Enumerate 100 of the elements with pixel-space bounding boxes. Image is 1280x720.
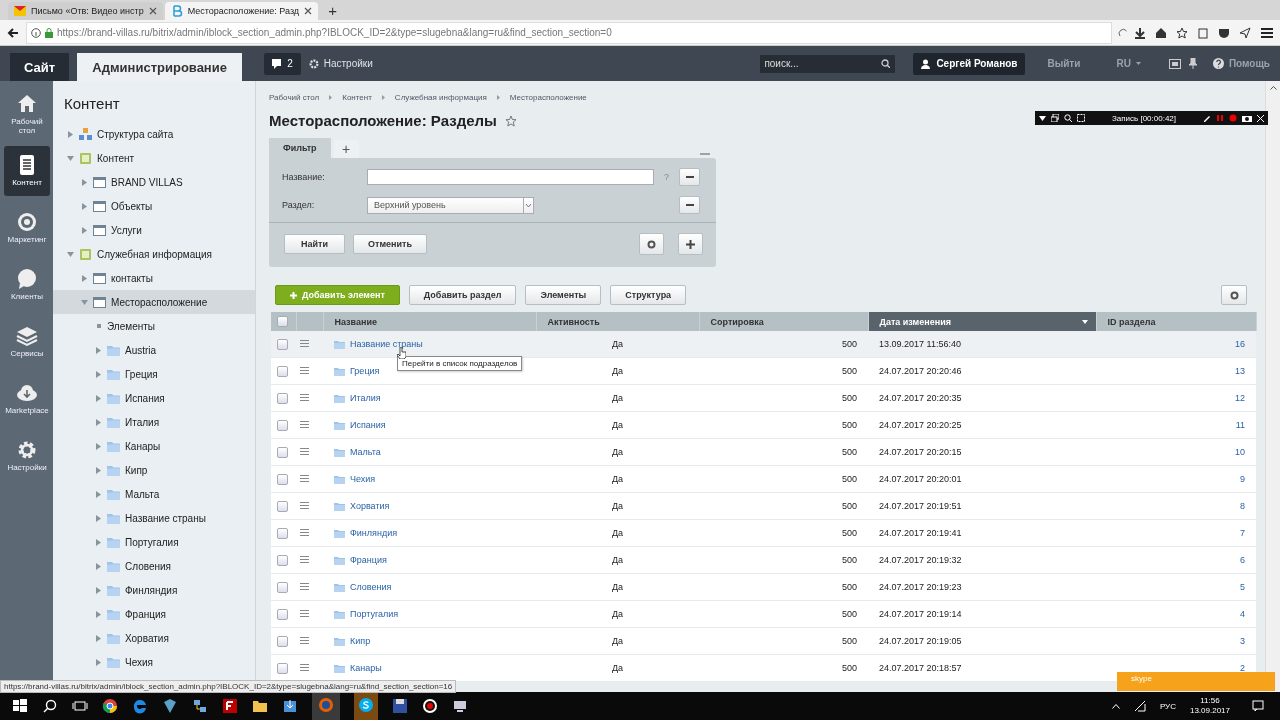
tree-item[interactable]: Контент: [97, 152, 135, 164]
breadcrumb-link[interactable]: Месторасположение: [509, 93, 587, 102]
tree-item[interactable]: контакты: [111, 272, 153, 284]
column-header[interactable]: Дата изменения: [868, 312, 1096, 331]
name-field[interactable]: [367, 169, 654, 185]
filter-tab[interactable]: Фильтр: [269, 138, 331, 158]
search-field[interactable]: поиск...: [760, 54, 896, 73]
toolbar-button[interactable]: Добавить раздел: [408, 285, 517, 305]
row-checkbox[interactable]: [277, 446, 288, 458]
id-link[interactable]: 9: [1240, 474, 1245, 484]
section-link[interactable]: Чехия: [350, 474, 376, 484]
row-checkbox[interactable]: [277, 554, 288, 566]
tree-item[interactable]: Хорватия: [125, 632, 169, 644]
tree-item[interactable]: Португалия: [125, 536, 179, 548]
menu-item[interactable]: Контент: [4, 146, 50, 196]
row-checkbox[interactable]: [277, 635, 288, 647]
new-tab-button[interactable]: +: [320, 2, 345, 20]
section-link[interactable]: Кипр: [350, 636, 371, 646]
id-link[interactable]: 13: [1235, 366, 1245, 376]
section-link[interactable]: Канары: [350, 663, 382, 673]
section-link[interactable]: Франция: [350, 555, 387, 565]
language-indicator[interactable]: РУС: [1159, 701, 1176, 711]
section-dropdown[interactable]: Верхний уровень: [367, 196, 534, 214]
section-link[interactable]: Финляндия: [350, 528, 398, 538]
tree-item[interactable]: Франция: [125, 608, 166, 620]
notifications-button[interactable]: 2: [264, 52, 301, 75]
column-header[interactable]: Сортировка: [699, 312, 868, 331]
logout-link[interactable]: Выйти: [1047, 58, 1081, 69]
id-link[interactable]: 11: [1235, 420, 1245, 430]
section-link[interactable]: Мальта: [350, 447, 381, 457]
add-field-button[interactable]: [678, 233, 703, 255]
id-link[interactable]: 16: [1235, 339, 1245, 349]
id-link[interactable]: 7: [1240, 528, 1245, 538]
row-checkbox[interactable]: [277, 581, 288, 593]
row-checkbox[interactable]: [277, 419, 288, 431]
row-checkbox[interactable]: [277, 392, 288, 404]
row-checkbox[interactable]: [277, 338, 288, 350]
tree-item[interactable]: Словения: [125, 560, 171, 572]
tree-item[interactable]: Служебная информация: [97, 248, 212, 260]
tree-item[interactable]: Канары: [125, 440, 161, 452]
column-header[interactable]: Активность: [536, 312, 699, 331]
menu-item[interactable]: Настройки: [4, 431, 50, 481]
id-link[interactable]: 8: [1240, 501, 1245, 511]
section-link[interactable]: Испания: [350, 420, 386, 430]
column-header[interactable]: ID раздела: [1096, 312, 1256, 331]
browser-tab[interactable]: Месторасположение: Разд: [164, 2, 319, 20]
tree-item[interactable]: Austria: [125, 344, 157, 356]
id-link[interactable]: 5: [1240, 582, 1245, 592]
user-button[interactable]: Сергей Романов: [913, 52, 1026, 75]
tree-item[interactable]: Название страны: [125, 512, 206, 524]
table-settings-button[interactable]: [1221, 285, 1247, 305]
section-link[interactable]: Название страны: [350, 339, 423, 349]
section-link[interactable]: Италия: [350, 393, 381, 403]
id-link[interactable]: 12: [1235, 393, 1245, 403]
row-checkbox[interactable]: [277, 527, 288, 539]
breadcrumb-link[interactable]: Служебная информация: [394, 93, 487, 102]
menu-item[interactable]: Сервисы: [4, 317, 50, 367]
id-link[interactable]: 3: [1240, 636, 1245, 646]
column-header[interactable]: Название: [323, 312, 536, 331]
tree-item[interactable]: Греция: [125, 368, 158, 380]
tree-item[interactable]: Услуги: [111, 224, 142, 236]
menu-item[interactable]: Маркетинг: [4, 203, 50, 253]
row-checkbox[interactable]: [277, 608, 288, 620]
section-link[interactable]: Португалия: [350, 609, 399, 619]
breadcrumb-link[interactable]: Рабочий стол: [269, 93, 320, 102]
panel-tab[interactable]: Сайт: [10, 53, 70, 81]
remove-field-button[interactable]: [679, 168, 700, 186]
toolbar-button[interactable]: Структура: [610, 285, 687, 305]
breadcrumb-link[interactable]: Контент: [342, 93, 372, 102]
browser-tab[interactable]: Письмо «Отв: Видео инстр: [8, 2, 163, 20]
add-filter-tab-button[interactable]: +: [333, 140, 359, 158]
tree-item[interactable]: Элементы: [107, 320, 155, 332]
id-link[interactable]: 2: [1240, 663, 1245, 673]
clock-time[interactable]: 11:56: [1200, 696, 1220, 706]
row-checkbox[interactable]: [277, 662, 288, 674]
tree-item[interactable]: Испания: [125, 392, 165, 404]
clock-date[interactable]: 13.09.2017: [1189, 706, 1230, 716]
row-checkbox[interactable]: [277, 500, 288, 512]
section-link[interactable]: Словения: [350, 582, 392, 592]
address-bar[interactable]: https://brand-villas.ru/bitrix/admin/iblock_section_admin.php?IBLOCK_ID=2&type=slugebna&lang=ru&find_section_section=0: [26, 21, 1112, 44]
row-checkbox[interactable]: [277, 473, 288, 485]
tree-item[interactable]: Структура сайта: [97, 128, 174, 140]
id-link[interactable]: 10: [1235, 447, 1245, 457]
tree-item[interactable]: BRAND VILLAS: [111, 176, 183, 188]
settings-button[interactable]: [639, 233, 664, 255]
help-link[interactable]: Помощь: [1228, 58, 1270, 69]
settings-link[interactable]: Настройки: [323, 58, 373, 69]
id-link[interactable]: 4: [1240, 609, 1245, 619]
section-link[interactable]: Хорватия: [350, 501, 390, 511]
menu-item[interactable]: Клиенты: [4, 260, 50, 310]
select-all-checkbox[interactable]: [277, 316, 288, 327]
section-link[interactable]: Греция: [350, 366, 380, 376]
remove-field-button[interactable]: [679, 196, 700, 214]
cancel-button[interactable]: Отменить: [353, 234, 427, 254]
id-link[interactable]: 6: [1240, 555, 1245, 565]
panel-tab[interactable]: Администрирование: [77, 53, 243, 81]
menu-item[interactable]: Marketplace: [4, 374, 50, 424]
tree-item[interactable]: Италия: [125, 416, 160, 428]
tree-item[interactable]: Чехия: [125, 656, 153, 668]
find-button[interactable]: Найти: [284, 234, 345, 254]
